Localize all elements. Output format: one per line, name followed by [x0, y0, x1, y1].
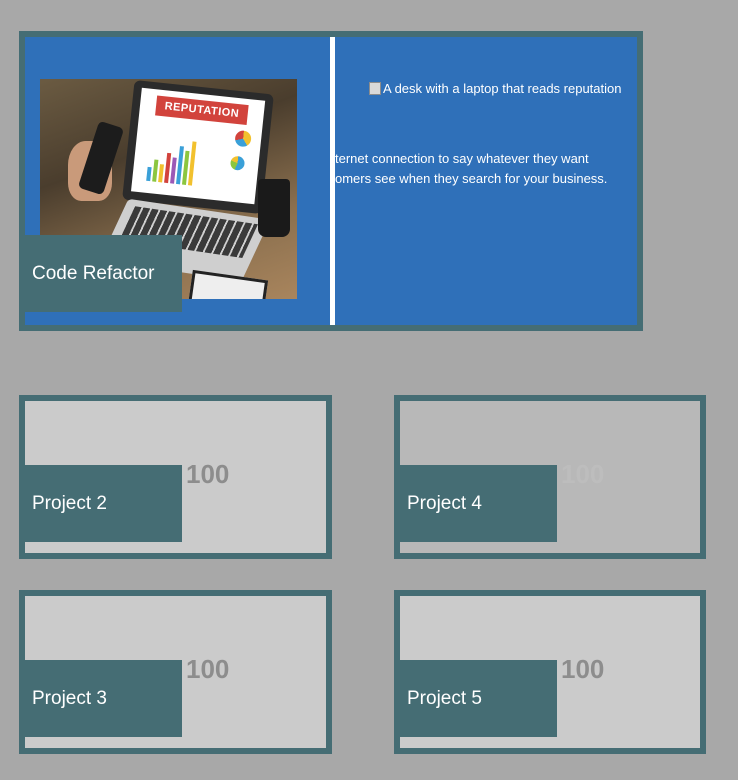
- bar-graphic: [146, 137, 197, 186]
- project-card-4[interactable]: 100 Project 4: [394, 395, 706, 559]
- project-value: 100: [186, 459, 230, 489]
- featured-description: ternet connection to say whatever they w…: [335, 149, 635, 189]
- project-value: 100: [561, 654, 605, 684]
- broken-image-alt: A desk with a laptop that reads reputati…: [369, 81, 622, 96]
- project-card-3[interactable]: 100 Project 3: [19, 590, 332, 754]
- laptop-display: REPUTATION: [131, 87, 266, 205]
- reputation-banner: REPUTATION: [155, 95, 249, 125]
- project-value: 100: [186, 654, 230, 684]
- project-value: 100: [561, 459, 605, 489]
- tablet-shape: [187, 269, 269, 299]
- description-line-1: ternet connection to say whatever they w…: [335, 151, 589, 166]
- project-card-5[interactable]: 100 Project 5: [394, 590, 706, 754]
- project-title: Project 4: [400, 465, 557, 542]
- description-line-2: omers see when they search for your busi…: [335, 171, 608, 186]
- project-title: Project 5: [400, 660, 557, 737]
- project-title: Project 2: [25, 465, 182, 542]
- image-alt-text: A desk with a laptop that reads reputati…: [383, 81, 622, 96]
- project-title: Project 3: [25, 660, 182, 737]
- broken-image-icon: [369, 82, 381, 95]
- pie-chart-icon: [234, 129, 252, 148]
- coffee-cup-shape: [258, 179, 290, 237]
- laptop-screen: REPUTATION: [122, 80, 274, 214]
- featured-project-title: Code Refactor: [25, 235, 182, 312]
- project-card-2[interactable]: 100 Project 2: [19, 395, 332, 559]
- featured-project-card[interactable]: REPUTATION Code Refactor A desk with a l…: [19, 31, 643, 331]
- pie-chart-icon: [229, 155, 246, 171]
